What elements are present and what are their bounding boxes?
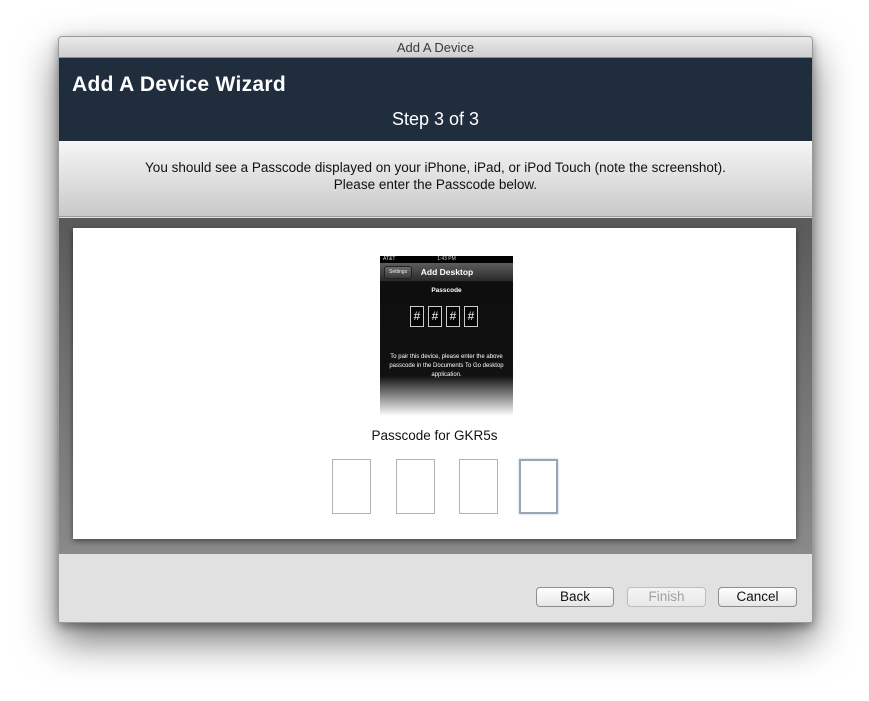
wizard-header: Add A Device Wizard Step 3 of 3 xyxy=(59,58,812,141)
cancel-button[interactable]: Cancel xyxy=(718,587,797,607)
phone-info-text: To pair this device, please enter the ab… xyxy=(389,354,504,378)
phone-screenshot: AT&T 1:43 PM Settings Add Desktop Passco… xyxy=(380,256,513,416)
instructions-line-1: You should see a Passcode displayed on y… xyxy=(145,160,726,175)
phone-digit: # xyxy=(446,306,460,327)
passcode-label: Passcode for GKR5s xyxy=(371,428,498,443)
passcode-digit-4-input[interactable] xyxy=(519,459,558,514)
phone-nav-bar: Settings Add Desktop xyxy=(380,263,513,282)
instructions-panel: You should see a Passcode displayed on y… xyxy=(59,141,812,217)
phone-nav-title: Add Desktop xyxy=(420,267,474,277)
wizard-title: Add A Device Wizard xyxy=(72,73,286,96)
passcode-digit-3-input[interactable] xyxy=(459,459,498,514)
content-panel: AT&T 1:43 PM Settings Add Desktop Passco… xyxy=(73,228,796,539)
phone-digit: # xyxy=(428,306,442,327)
add-device-window: Add A Device Add A Device Wizard Step 3 … xyxy=(58,36,813,623)
passcode-digit-1-input[interactable] xyxy=(332,459,371,514)
phone-time: 1:43 PM xyxy=(437,256,456,262)
finish-button[interactable]: Finish xyxy=(627,587,706,607)
screen: Add A Device Add A Device Wizard Step 3 … xyxy=(0,0,869,701)
passcode-digit-2-input[interactable] xyxy=(396,459,435,514)
phone-passcode-digits: # # # # xyxy=(410,306,478,327)
phone-digit: # xyxy=(464,306,478,327)
phone-passcode-label: Passcode xyxy=(431,287,462,294)
instructions-line-2: Please enter the Passcode below. xyxy=(333,177,538,192)
back-button[interactable]: Back xyxy=(536,587,614,607)
phone-digit: # xyxy=(410,306,424,327)
window-title: Add A Device xyxy=(396,40,475,55)
window-titlebar[interactable]: Add A Device xyxy=(59,37,812,58)
phone-status-bar: AT&T 1:43 PM xyxy=(380,256,513,263)
wizard-step: Step 3 of 3 xyxy=(391,109,480,129)
